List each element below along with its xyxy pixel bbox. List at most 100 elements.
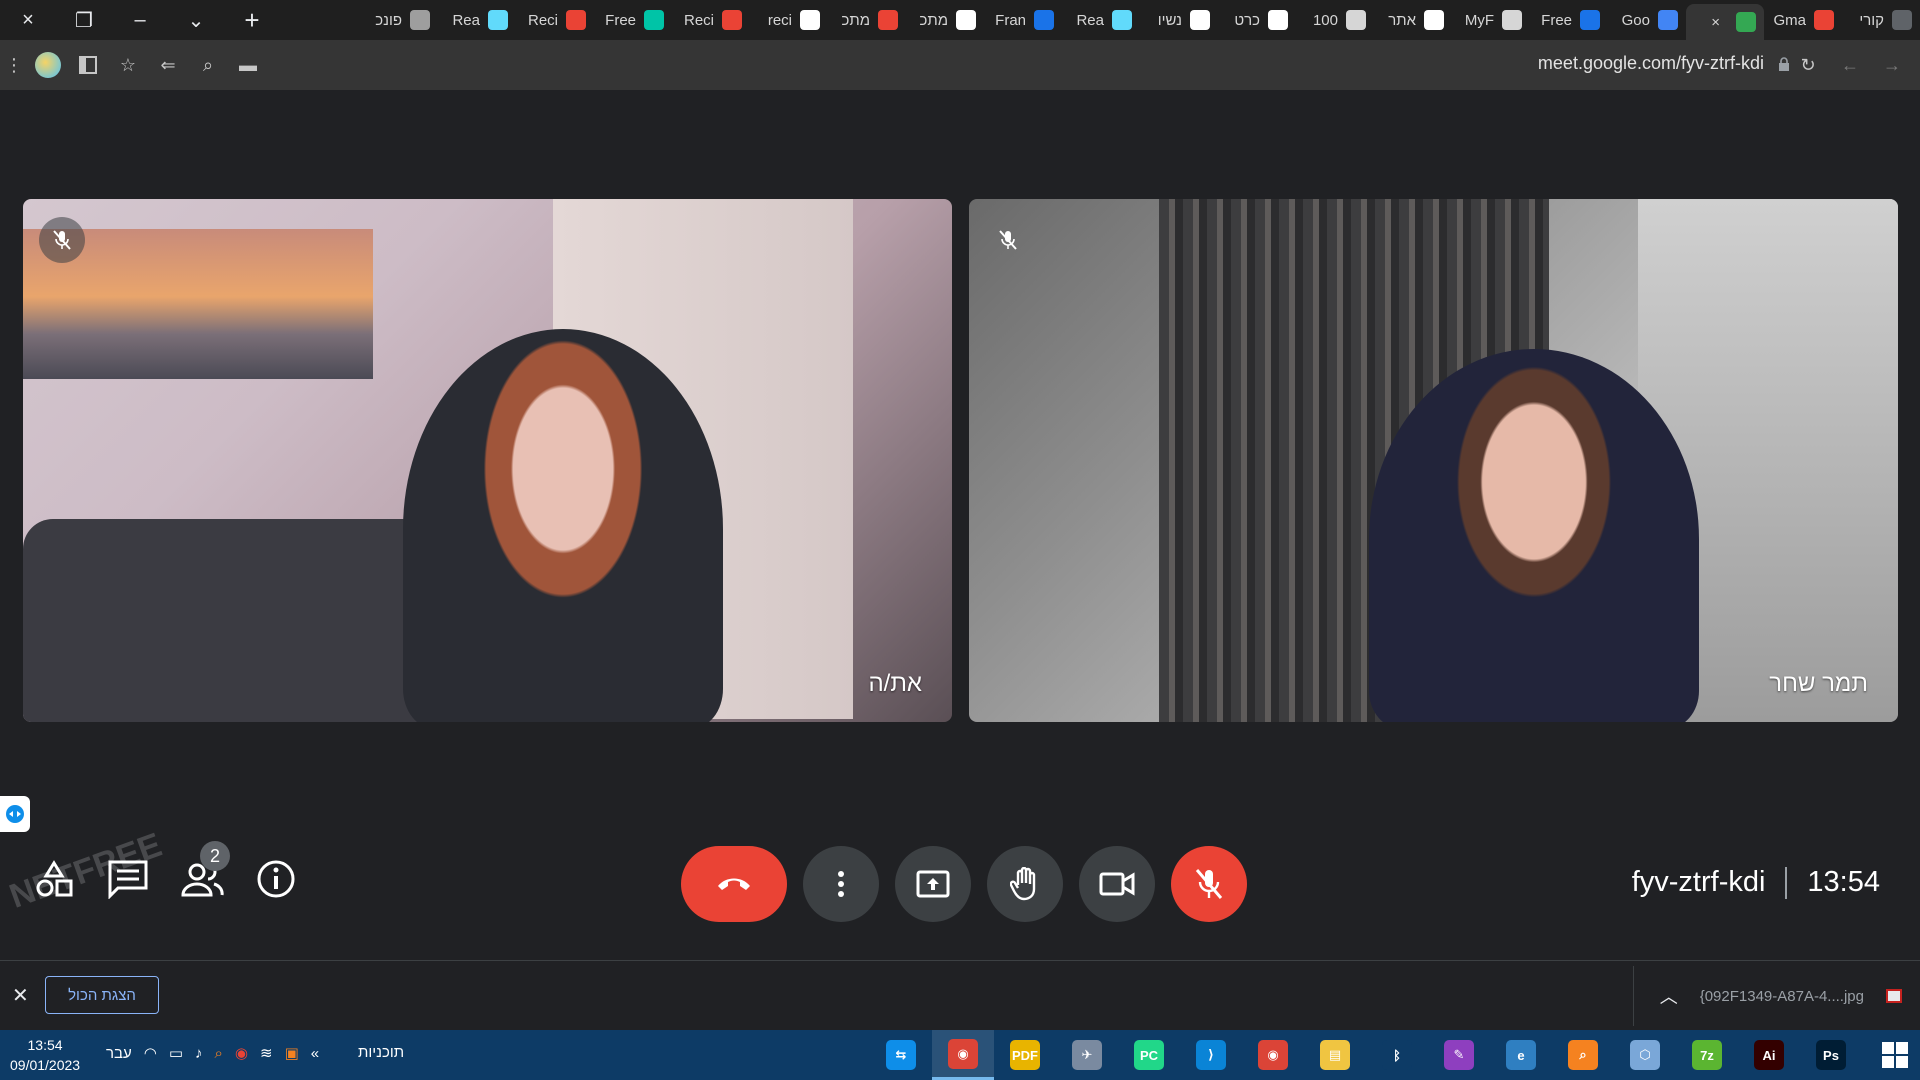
wifi-icon[interactable]: ◠ [144, 1044, 157, 1062]
minimize-window-icon[interactable]: – [112, 0, 168, 40]
paint-icon: ✎ [1444, 1040, 1474, 1070]
participant-tile-self[interactable]: את/ה [23, 199, 952, 722]
forward-icon[interactable]: → [1872, 45, 1912, 85]
taskbar-app[interactable]: Ai [1738, 1030, 1800, 1080]
browser-tab[interactable]: Free [1530, 0, 1608, 40]
close-window-icon[interactable]: × [0, 0, 56, 40]
programs-toolbar[interactable]: תוכניות [358, 1044, 404, 1061]
taskbar-app[interactable]: 7z [1676, 1030, 1738, 1080]
profile-avatar[interactable] [28, 45, 68, 85]
share-icon[interactable]: ⇐ [148, 45, 188, 85]
browser-tab[interactable]: Rea [438, 0, 516, 40]
taskbar-app[interactable]: PDF [994, 1030, 1056, 1080]
browser-tab[interactable]: Reci [672, 0, 750, 40]
browser-tab[interactable]: פונכ [360, 0, 438, 40]
taskbar-app[interactable]: ◉ [932, 1030, 994, 1080]
close-tab-icon[interactable]: × [1711, 14, 1720, 31]
taskbar-app[interactable]: PC [1118, 1030, 1180, 1080]
separator [1785, 866, 1788, 899]
activities-icon[interactable] [30, 855, 78, 903]
taskbar-app[interactable]: ⇆ [870, 1030, 932, 1080]
participant-tile-remote[interactable]: תמר שחר [969, 199, 1898, 722]
side-panel-icon[interactable] [68, 45, 108, 85]
participant-video [1369, 349, 1699, 722]
tab-favicon-icon [1346, 10, 1366, 30]
browser-tab[interactable]: כרט [1218, 0, 1296, 40]
search-icon: ⌕ [1568, 1040, 1598, 1070]
chat-icon[interactable] [104, 855, 152, 903]
browser-tab[interactable]: Goo [1608, 0, 1686, 40]
teamviewer-icon: ⇆ [886, 1040, 916, 1070]
browser-tab[interactable]: Fran [984, 0, 1062, 40]
taskbar-app[interactable]: ⌕ [1552, 1030, 1614, 1080]
address-bar[interactable]: meet.google.com/fyv-ztrf-kdi [1538, 53, 1790, 74]
taskbar-app[interactable]: ᛒ [1366, 1030, 1428, 1080]
reload-icon[interactable]: ↻ [1788, 45, 1828, 85]
taskbar-app[interactable]: ⬡ [1614, 1030, 1676, 1080]
download-item[interactable]: ︿ {092F1349-A87A-4....jpg [1632, 966, 1902, 1026]
show-all-downloads-button[interactable]: הצגת הכול [45, 976, 159, 1014]
volume-icon[interactable]: ♪ [195, 1045, 203, 1062]
browser-tab[interactable]: MyF [1452, 0, 1530, 40]
windows-taskbar: 13:54 09/01/2023 עבר ◠ ▭ ♪ ⌕ ◉ ≋ ▣ « תוכ… [0, 1030, 1920, 1080]
browser-tab[interactable]: Rea [1062, 0, 1140, 40]
chevron-up-icon[interactable]: ︿ [1660, 983, 1678, 1009]
browser-tab[interactable]: מתכ [906, 0, 984, 40]
tab-title: Free [1541, 11, 1572, 29]
tab-search-icon[interactable]: ⌄ [168, 0, 224, 40]
tray-update-icon[interactable]: ▣ [285, 1044, 299, 1062]
raise-hand-button[interactable] [987, 846, 1063, 922]
taskbar-app[interactable]: ◉ [1242, 1030, 1304, 1080]
leave-call-button[interactable] [681, 846, 787, 922]
people-icon[interactable]: 2 [178, 841, 230, 903]
browser-tab[interactable]: מתכ [828, 0, 906, 40]
meeting-info-icon[interactable] [252, 855, 300, 903]
close-download-bar-icon[interactable]: ✕ [12, 983, 29, 1008]
taskbar-app[interactable]: ✈ [1056, 1030, 1118, 1080]
download-bar: ✕ הצגת הכול ︿ {092F1349-A87A-4....jpg [0, 960, 1920, 1030]
camera-button[interactable] [1079, 846, 1155, 922]
taskbar-app[interactable]: e [1490, 1030, 1552, 1080]
download-file-name[interactable]: {092F1349-A87A-4....jpg [1700, 988, 1864, 1005]
meeting-main-controls [681, 846, 1247, 922]
start-button[interactable] [1882, 1042, 1908, 1068]
cast-icon[interactable]: ▬ [228, 45, 268, 85]
browser-tab[interactable]: × [1686, 4, 1764, 40]
browser-tab[interactable]: Free [594, 0, 672, 40]
microphone-button[interactable] [1171, 846, 1247, 922]
tab-title: Reci [683, 11, 714, 29]
meeting-code[interactable]: fyv-ztrf-kdi [1632, 866, 1766, 899]
taskbar-app[interactable]: ▤ [1304, 1030, 1366, 1080]
tab-title: מתכ [919, 11, 948, 29]
tab-title: Reci [527, 11, 558, 29]
back-icon[interactable]: ← [1830, 45, 1870, 85]
new-tab-button[interactable]: + [224, 0, 280, 40]
language-indicator[interactable]: עבר [106, 1045, 132, 1062]
browser-tab[interactable]: קורי [1842, 0, 1920, 40]
url-text[interactable]: meet.google.com/fyv-ztrf-kdi [1538, 53, 1764, 74]
browser-tab[interactable]: אתר [1374, 0, 1452, 40]
netfree-tray-icon[interactable]: ≋ [260, 1044, 273, 1062]
zoom-icon[interactable]: ⌕ [188, 45, 228, 85]
search-tray-icon[interactable]: ⌕ [215, 1045, 223, 1062]
taskbar-app[interactable]: Ps [1800, 1030, 1862, 1080]
more-options-button[interactable] [803, 846, 879, 922]
present-screen-button[interactable] [895, 846, 971, 922]
restore-window-icon[interactable]: ❐ [56, 0, 112, 40]
browser-tab[interactable]: 100 [1296, 0, 1374, 40]
browser-tab[interactable]: Gma [1764, 0, 1842, 40]
taskbar-clock[interactable]: 13:54 09/01/2023 [10, 1035, 80, 1075]
teamviewer-side-tab[interactable] [0, 796, 30, 832]
battery-icon[interactable]: ▭ [169, 1044, 183, 1062]
browser-tab[interactable]: reci [750, 0, 828, 40]
tray-app-icon[interactable]: ◉ [235, 1044, 248, 1062]
menu-icon[interactable]: ⋮ [0, 45, 28, 85]
taskbar-app[interactable]: ⟩ [1180, 1030, 1242, 1080]
bookmark-star-icon[interactable]: ☆ [108, 45, 148, 85]
browser-tab[interactable]: נשיו [1140, 0, 1218, 40]
browser-tab[interactable]: Reci [516, 0, 594, 40]
tab-favicon-icon [878, 10, 898, 30]
show-hidden-icons[interactable]: « [311, 1045, 319, 1062]
participant-video [403, 329, 723, 722]
taskbar-app[interactable]: ✎ [1428, 1030, 1490, 1080]
